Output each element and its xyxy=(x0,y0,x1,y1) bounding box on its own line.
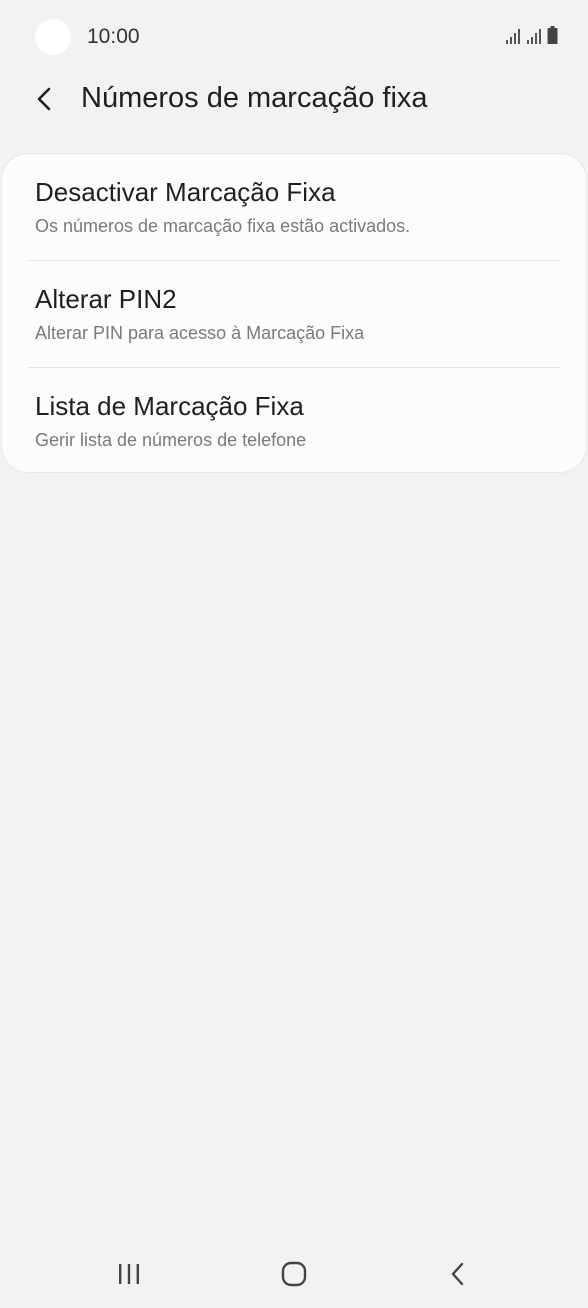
status-icons xyxy=(505,26,558,44)
back-button[interactable] xyxy=(26,80,64,118)
item-subtitle: Os números de marcação fixa estão activa… xyxy=(35,216,411,236)
home-button[interactable] xyxy=(264,1254,324,1294)
item-title: Alterar PIN2 xyxy=(35,284,177,314)
list-item-disable-fdn[interactable]: Desactivar Marcação Fixa Os números de m… xyxy=(2,154,586,260)
list-item-fdn-list[interactable]: Lista de Marcação Fixa Gerir lista de nú… xyxy=(2,368,586,474)
back-arrow-icon xyxy=(37,87,51,111)
camera-cutout xyxy=(35,19,71,55)
home-icon xyxy=(281,1261,307,1287)
navigation-bar xyxy=(0,1240,588,1308)
recent-apps-button[interactable] xyxy=(99,1254,159,1294)
item-title: Desactivar Marcação Fixa xyxy=(35,177,336,207)
nav-back-button[interactable] xyxy=(428,1254,488,1294)
item-subtitle: Alterar PIN para acesso à Marcação Fixa xyxy=(35,323,365,343)
app-bar: Números de marcação fixa xyxy=(0,74,588,122)
item-title: Lista de Marcação Fixa xyxy=(35,391,304,421)
status-bar: 10:00 xyxy=(0,0,588,74)
list-item-change-pin2[interactable]: Alterar PIN2 Alterar PIN para acesso à M… xyxy=(2,261,586,367)
battery-icon xyxy=(547,26,558,44)
status-time: 10:00 xyxy=(87,25,140,48)
back-icon xyxy=(451,1262,464,1286)
settings-card: Desactivar Marcação Fixa Os números de m… xyxy=(2,154,586,472)
signal-icon xyxy=(506,29,520,44)
item-subtitle: Gerir lista de números de telefone xyxy=(35,430,307,450)
recent-apps-icon xyxy=(119,1264,139,1284)
page-title: Números de marcação fixa xyxy=(81,82,428,114)
signal-icon xyxy=(527,29,541,44)
